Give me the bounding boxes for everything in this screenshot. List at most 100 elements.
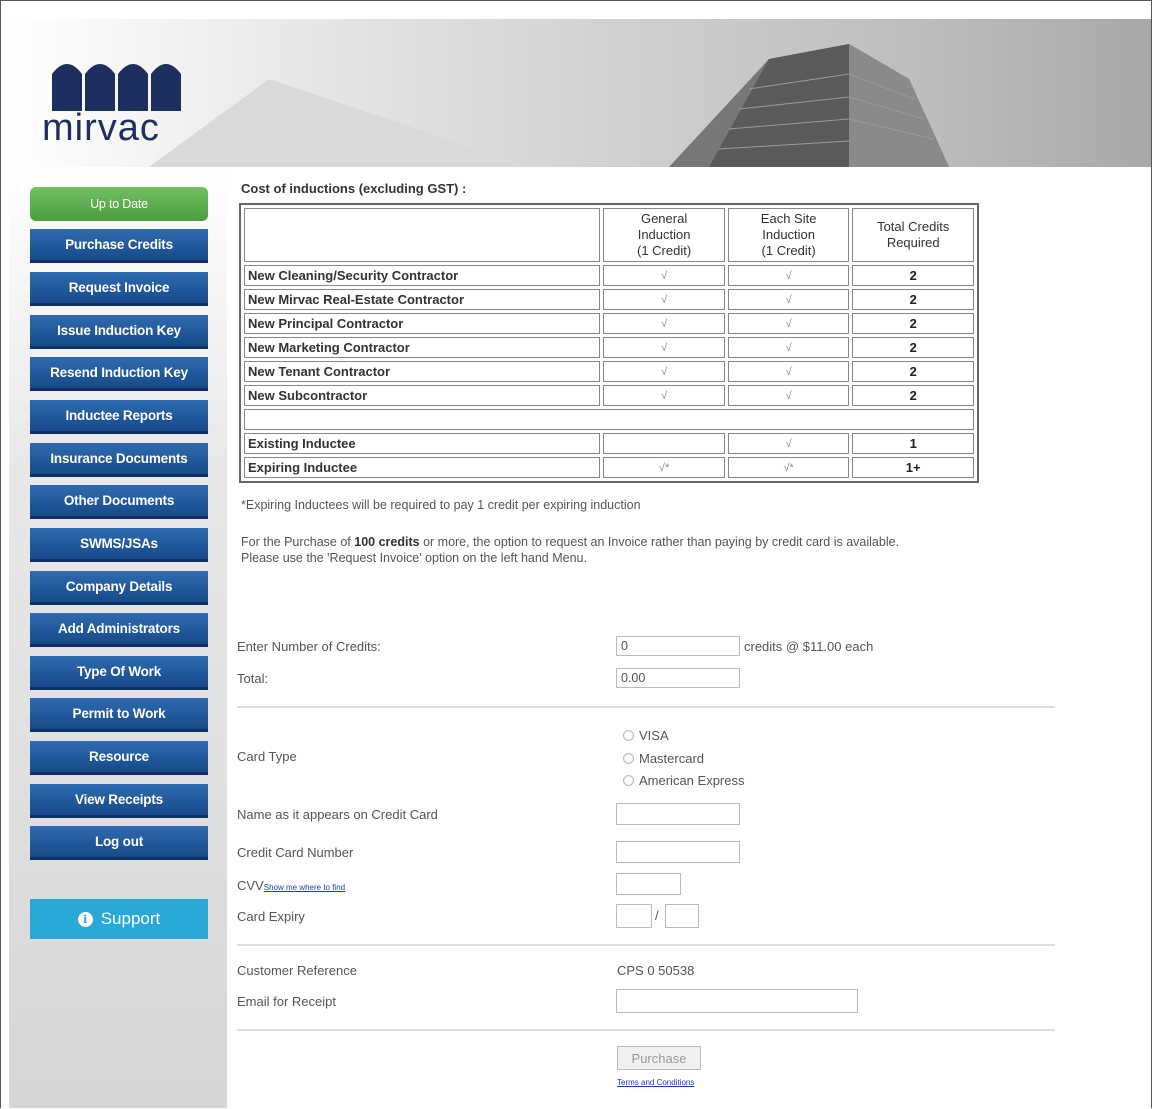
header-text: (1 Credit) (761, 243, 816, 258)
total-label: Total: (237, 671, 269, 686)
sidebar-item-other-documents[interactable]: Other Documents (30, 485, 208, 519)
cardholder-name-input[interactable] (616, 803, 740, 825)
sidebar-item-add-administrators[interactable]: Add Administrators (30, 613, 208, 647)
brand-name: mirvac (42, 107, 160, 149)
header-text: Each Site (760, 211, 817, 226)
cvv-label-group: CVVShow me where to find (237, 878, 345, 893)
customer-ref-label: Customer Reference (237, 963, 357, 978)
cell-general: √ (603, 361, 725, 382)
page-frame: mirvac Up to Date Purchase Credits Reque… (0, 0, 1152, 1108)
card-number-label: Credit Card Number (237, 845, 354, 860)
sidebar-item-company-details[interactable]: Company Details (30, 571, 208, 605)
cell-site: √ (727, 265, 850, 286)
sidebar-item-log-out[interactable]: Log out (30, 826, 208, 860)
radio-amex[interactable] (623, 775, 634, 786)
status-badge: Up to Date (30, 187, 208, 221)
table-header-total: Total Credits Required (852, 208, 974, 262)
sidebar-item-permit-to-work[interactable]: Permit to Work (30, 698, 208, 732)
expiry-year-input[interactable] (665, 904, 699, 928)
table-header-row: General Induction (1 Credit) Each Site I… (244, 208, 974, 262)
info-text: For the Purchase of (241, 535, 355, 549)
table-row: Expiring Inductee √* √* 1+ (244, 457, 974, 478)
divider (237, 1029, 1055, 1031)
sidebar-item-issue-induction-key[interactable]: Issue Induction Key (30, 315, 208, 349)
cvv-help-link[interactable]: Show me where to find (264, 883, 345, 892)
cell-site: √* (727, 457, 850, 478)
info-bold: 100 credits (354, 535, 420, 549)
expiry-month-input[interactable] (616, 904, 652, 928)
header-text: (1 Credit) (636, 243, 692, 258)
sidebar-item-request-invoice[interactable]: Request Invoice (30, 272, 208, 306)
building-image (149, 44, 949, 167)
credits-suffix: credits @ $11.00 each (744, 639, 874, 654)
table-header-empty (244, 208, 601, 262)
cell-site: √ (727, 313, 850, 334)
sidebar-item-type-of-work[interactable]: Type Of Work (30, 656, 208, 690)
row-label: Existing Inductee (244, 433, 601, 454)
card-option-mastercard[interactable]: Mastercard (623, 751, 704, 766)
customer-ref-value: CPS 0 50538 (617, 963, 695, 978)
sidebar: Up to Date Purchase Credits Request Invo… (9, 167, 227, 1108)
sidebar-item-swms-jsas[interactable]: SWMS/JSAs (30, 528, 208, 562)
table-row: New Mirvac Real-Estate Contractor √ √ 2 (244, 289, 974, 310)
divider (237, 944, 1055, 946)
header-text: Induction (762, 227, 816, 242)
support-button[interactable]: i Support (30, 899, 208, 939)
table-row: New Tenant Contractor √ √ 2 (244, 361, 974, 382)
header-text: Required (886, 235, 940, 250)
sidebar-item-insurance-documents[interactable]: Insurance Documents (30, 443, 208, 477)
card-number-input[interactable] (616, 841, 740, 863)
radio-visa[interactable] (623, 730, 634, 741)
header-text: Induction (637, 227, 691, 242)
card-option-label: VISA (639, 728, 669, 743)
cell-total: 2 (852, 289, 974, 310)
header-text: Total Credits (877, 219, 950, 234)
table-spacer-row (244, 409, 974, 430)
row-label: Expiring Inductee (244, 457, 601, 478)
row-label: New Principal Contractor (244, 313, 601, 334)
cell-general: √* (603, 457, 725, 478)
card-option-visa[interactable]: VISA (623, 728, 669, 743)
cell-general (603, 433, 725, 454)
credits-input[interactable] (616, 636, 740, 656)
table-header-site: Each Site Induction (1 Credit) (727, 208, 850, 262)
radio-mastercard[interactable] (623, 753, 634, 764)
cell-general: √ (603, 337, 725, 358)
expiry-label: Card Expiry (237, 909, 305, 924)
cell-total: 2 (852, 385, 974, 406)
terms-link[interactable]: Terms and Conditions (617, 1078, 694, 1087)
row-label: New Cleaning/Security Contractor (244, 265, 601, 286)
cvv-input[interactable] (616, 873, 681, 895)
purchase-button[interactable]: Purchase (617, 1046, 701, 1070)
sidebar-item-view-receipts[interactable]: View Receipts (30, 784, 208, 818)
card-type-label: Card Type (237, 749, 297, 764)
cell-general: √ (603, 385, 725, 406)
expiring-note: *Expiring Inductees will be required to … (241, 498, 641, 512)
total-input (616, 668, 740, 688)
cell-general: √ (603, 289, 725, 310)
email-input[interactable] (616, 989, 858, 1013)
cost-table-title: Cost of inductions (excluding GST) : (241, 181, 467, 196)
card-option-label: Mastercard (639, 751, 705, 766)
name-label: Name as it appears on Credit Card (237, 807, 438, 822)
info-icon: i (77, 911, 93, 927)
cell-general: √ (603, 265, 725, 286)
sidebar-item-resource[interactable]: Resource (30, 741, 208, 775)
cell-total: 1+ (852, 457, 974, 478)
card-option-amex[interactable]: American Express (623, 773, 744, 788)
row-label: New Marketing Contractor (244, 337, 601, 358)
cell-site: √ (727, 433, 850, 454)
cell-site: √ (727, 361, 850, 382)
table-row: New Marketing Contractor √ √ 2 (244, 337, 974, 358)
cell-total: 2 (852, 313, 974, 334)
sidebar-item-inductee-reports[interactable]: Inductee Reports (30, 400, 208, 434)
credits-label: Enter Number of Credits: (237, 639, 381, 654)
cell-site: √ (727, 337, 850, 358)
sidebar-item-purchase-credits[interactable]: Purchase Credits (30, 229, 208, 263)
spacer-cell (244, 409, 974, 430)
table-row: New Subcontractor √ √ 2 (244, 385, 974, 406)
table-row: New Cleaning/Security Contractor √ √ 2 (244, 265, 974, 286)
cell-site: √ (727, 385, 850, 406)
sidebar-item-resend-induction-key[interactable]: Resend Induction Key (30, 357, 208, 391)
row-label: New Tenant Contractor (244, 361, 601, 382)
